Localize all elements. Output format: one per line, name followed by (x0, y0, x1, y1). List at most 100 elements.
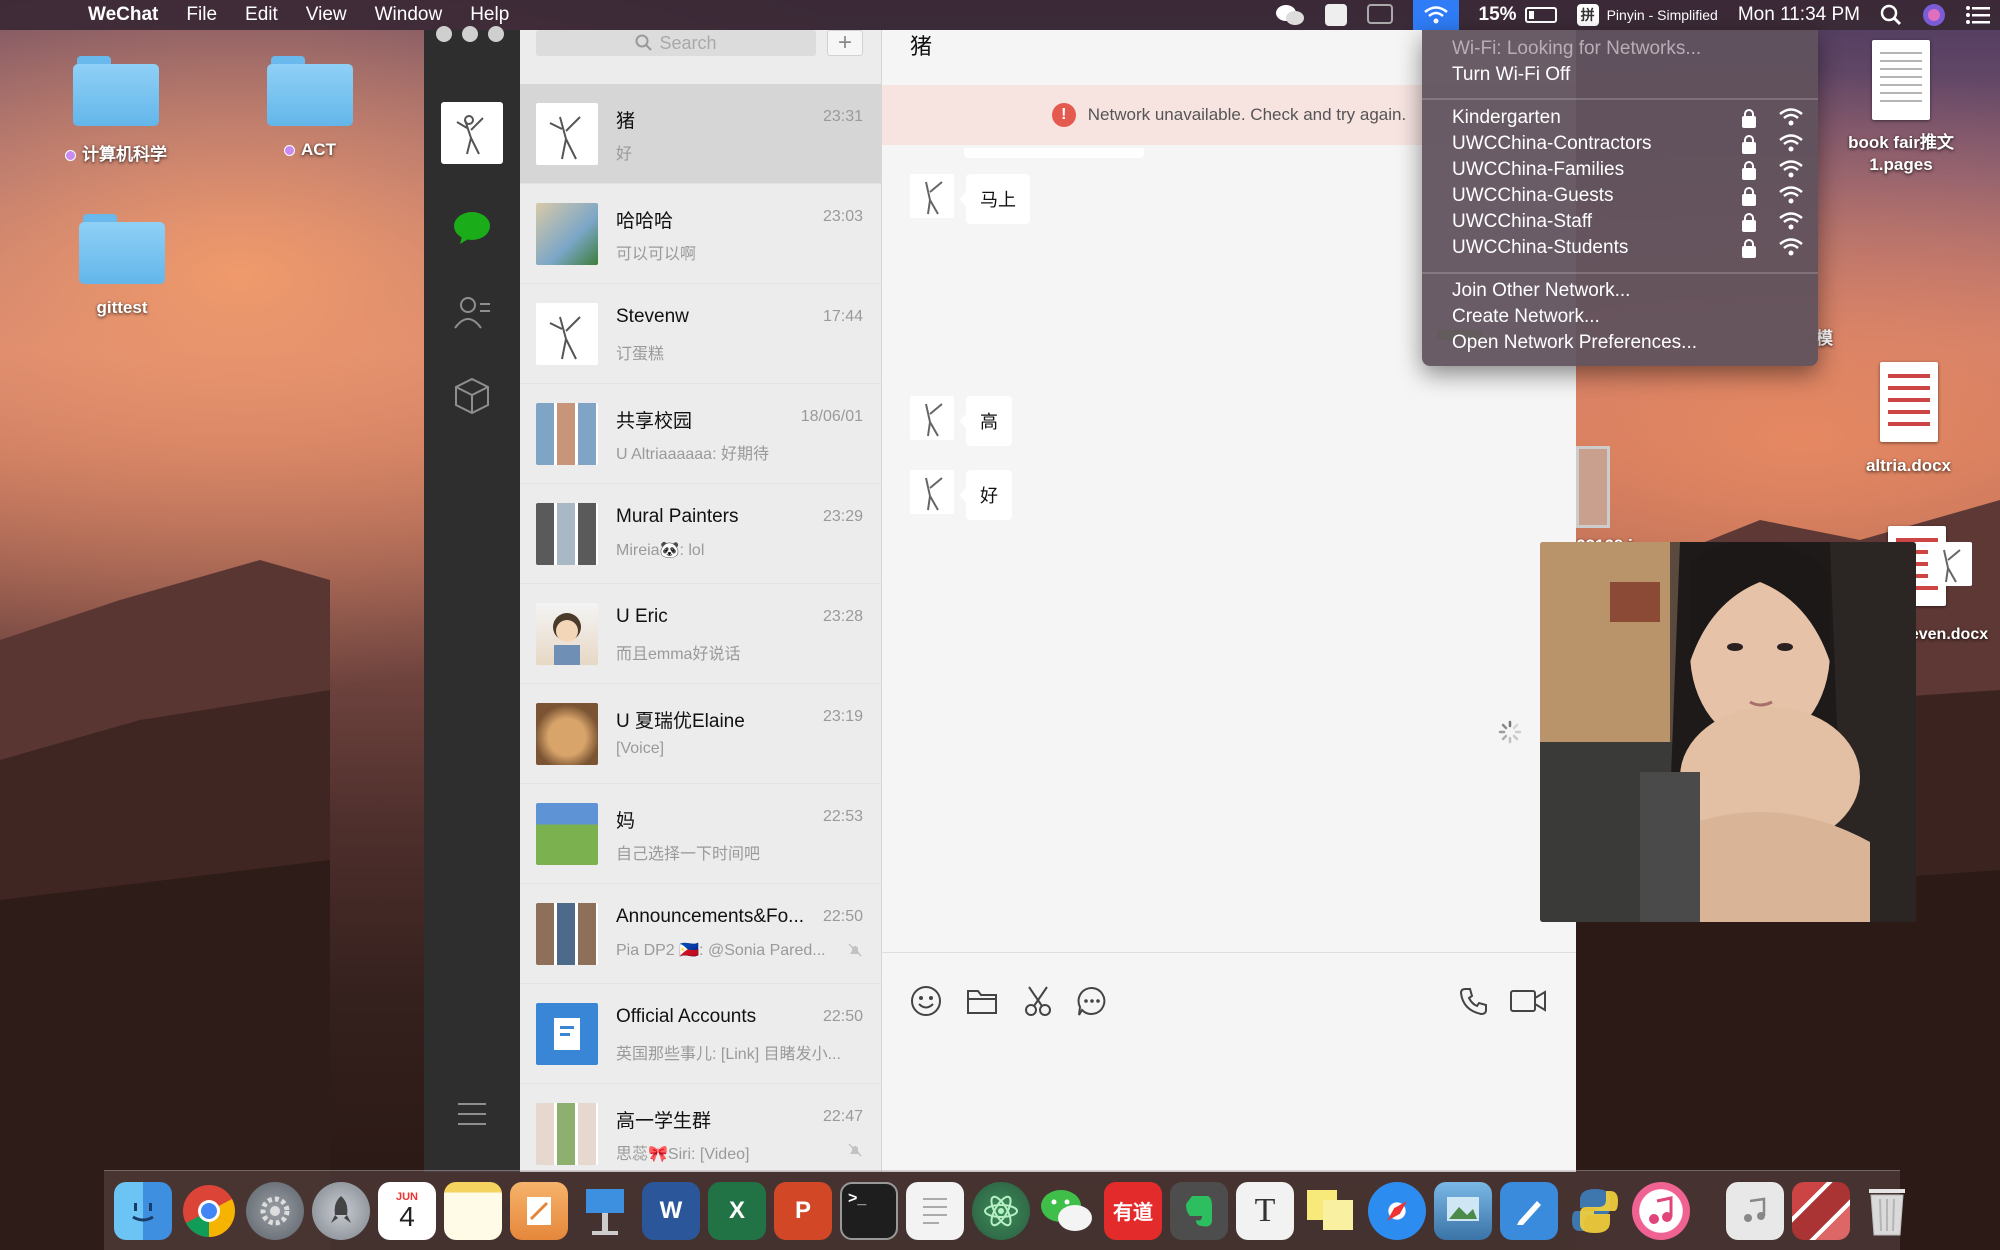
screenshot-scissors-icon[interactable] (1020, 983, 1056, 1019)
pages-icon[interactable] (510, 1181, 568, 1240)
conversation-item[interactable]: U 夏瑞优Elaine 23:19 [Voice] (520, 684, 881, 784)
notes-status-icon[interactable] (1324, 4, 1347, 26)
more-menu-icon[interactable] (452, 1094, 492, 1134)
itunes-icon[interactable] (1632, 1181, 1690, 1240)
join-other-network-item[interactable]: Join Other Network... (1452, 280, 1630, 302)
close-button[interactable] (436, 26, 452, 42)
minimize-button[interactable] (462, 26, 478, 42)
desktop-folder-gittest[interactable]: gittest (52, 214, 192, 318)
conversation-item[interactable]: Official Accounts 22:50 英国那些事儿: [Link] 目… (520, 984, 881, 1084)
menu-window[interactable]: Window (361, 4, 457, 26)
open-network-preferences-item[interactable]: Open Network Preferences... (1452, 332, 1697, 354)
word-icon[interactable]: W (642, 1181, 700, 1240)
emoji-icon[interactable] (908, 983, 944, 1019)
menu-view[interactable]: View (292, 4, 361, 26)
menu-file[interactable]: File (172, 4, 231, 26)
excel-icon[interactable]: X (708, 1181, 766, 1240)
desktop-folder-cs[interactable]: 计算机科学 (46, 56, 186, 165)
evernote-icon[interactable] (1170, 1181, 1228, 1240)
network-item[interactable]: UWCChina-Families (1452, 159, 1624, 181)
youdao-icon[interactable]: 有道 (1104, 1181, 1162, 1240)
menu-help[interactable]: Help (456, 4, 523, 26)
siri-icon[interactable] (1922, 3, 1946, 27)
photos-stack-icon[interactable] (1792, 1181, 1850, 1240)
menu-edit[interactable]: Edit (231, 4, 292, 26)
sender-avatar[interactable] (910, 396, 954, 440)
notification-center-icon[interactable] (1966, 5, 1990, 25)
chats-tab-icon[interactable] (452, 208, 492, 248)
stickies-icon[interactable] (1302, 1182, 1360, 1240)
desktop-file-bookfair[interactable]: book fair推文 1.pages (1826, 40, 1976, 176)
turn-wifi-off-item[interactable]: Turn Wi-Fi Off (1452, 64, 1570, 86)
conversation-item[interactable]: 共享校园 18/06/01 U Altriaaaaaa: 好期待 (520, 384, 881, 484)
sender-avatar[interactable] (910, 470, 954, 514)
new-chat-button[interactable]: + (827, 30, 863, 56)
battery-status[interactable]: 15% (1479, 4, 1557, 26)
python-icon[interactable] (1566, 1182, 1624, 1240)
chat-history-icon[interactable] (1074, 983, 1110, 1019)
network-item[interactable]: Kindergarten (1452, 107, 1561, 129)
conversation-item[interactable]: Stevenw 17:44 订蛋糕 (520, 284, 881, 384)
wechat-icon[interactable] (1038, 1182, 1096, 1240)
create-network-item[interactable]: Create Network... (1452, 306, 1600, 328)
conversation-time: 22:50 (822, 1008, 863, 1025)
notes-icon[interactable] (444, 1181, 502, 1240)
app-menu[interactable]: WeChat (74, 4, 172, 26)
atom-icon[interactable] (972, 1181, 1030, 1240)
conversation-item[interactable]: 哈哈哈 23:03 可以可以啊 (520, 184, 881, 284)
trash-icon[interactable] (1858, 1182, 1916, 1240)
contacts-tab-icon[interactable] (452, 292, 492, 332)
video-call-icon[interactable] (1508, 983, 1548, 1019)
input-method[interactable]: 拼 Pinyin - Simplified (1576, 4, 1718, 26)
voice-call-icon[interactable] (1456, 983, 1492, 1019)
system-preferences-icon[interactable] (246, 1181, 304, 1240)
sent-image-message[interactable] (1540, 542, 1916, 922)
message-bubble[interactable]: 高 (959, 396, 1012, 446)
my-avatar[interactable] (1928, 542, 1972, 586)
wechat-status-icon[interactable] (1275, 3, 1305, 27)
terminal-icon[interactable]: >_ (840, 1181, 898, 1240)
network-item[interactable]: UWCChina-Contractors (1452, 133, 1652, 155)
network-item[interactable]: UWCChina-Students (1452, 237, 1628, 259)
network-item[interactable]: UWCChina-Staff (1452, 211, 1592, 233)
conversation-item[interactable]: Announcements&Fo... 22:50 Pia DP2 🇵🇭: @S… (520, 884, 881, 984)
conversation-preview: 订蛋糕 (616, 346, 665, 363)
preview-icon[interactable] (1434, 1181, 1492, 1240)
desktop-file-altria[interactable]: altria.docx (1836, 362, 1981, 476)
launchpad-icon[interactable] (312, 1181, 370, 1240)
sender-avatar[interactable] (910, 174, 954, 218)
calendar-icon[interactable]: JUN 4 (378, 1181, 436, 1240)
wifi-status-icon[interactable] (1412, 0, 1459, 30)
lock-icon (1742, 187, 1756, 206)
message-bubble[interactable]: 好 (959, 470, 1012, 520)
music-folder-icon[interactable] (1726, 1181, 1784, 1240)
my-avatar[interactable] (441, 102, 503, 164)
spotlight-icon[interactable] (1880, 4, 1902, 26)
clock[interactable]: Mon 11:34 PM (1738, 4, 1860, 26)
conversation-name: 共享校园 (616, 411, 693, 432)
chat-input-area[interactable] (882, 952, 1576, 1172)
favorites-tab-icon[interactable] (452, 376, 492, 416)
search-input[interactable]: Search (536, 30, 816, 56)
network-item[interactable]: UWCChina-Guests (1452, 185, 1614, 207)
chrome-icon[interactable] (180, 1182, 238, 1240)
search-icon (635, 34, 653, 51)
message-bubble[interactable]: 马上 (959, 174, 1030, 224)
zoom-button[interactable] (488, 26, 504, 42)
notability-icon[interactable] (1500, 1181, 1558, 1240)
finder-icon[interactable] (114, 1181, 172, 1240)
folder-icon[interactable] (964, 983, 1000, 1019)
conversation-item[interactable]: 猪 23:31 好 (520, 84, 881, 184)
desktop-folder-act[interactable]: ACT (240, 56, 380, 160)
conversation-item[interactable]: U Eric 23:28 而且emma好说话 (520, 584, 881, 684)
textedit-icon[interactable] (906, 1181, 964, 1240)
powerpoint-icon[interactable]: P (774, 1181, 832, 1240)
keynote-icon[interactable] (576, 1182, 634, 1240)
conversation-item[interactable]: Mural Painters 23:29 Mireia🐼: lol (520, 484, 881, 584)
display-status-icon[interactable] (1366, 4, 1393, 26)
conversation-item[interactable]: 高一学生群 22:47 思蕊🎀Siri: [Video] (520, 1084, 881, 1172)
safari-icon[interactable] (1368, 1181, 1426, 1240)
wifi-signal-icon (1779, 186, 1803, 204)
conversation-item[interactable]: 妈 22:53 自己选择一下时间吧 (520, 784, 881, 884)
typora-icon[interactable]: T (1236, 1181, 1294, 1240)
